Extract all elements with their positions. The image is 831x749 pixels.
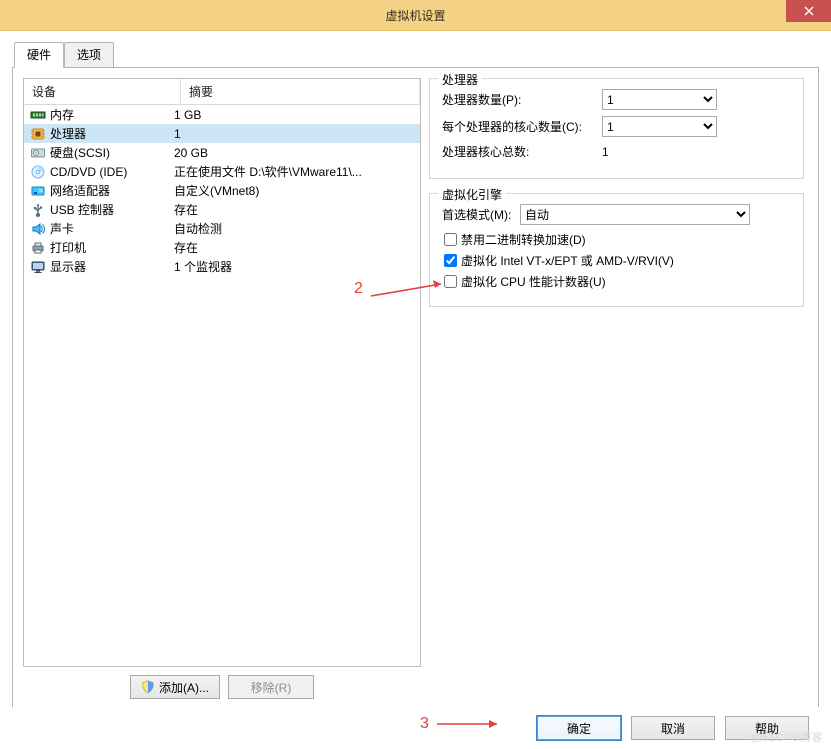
- device-row[interactable]: 内存 1 GB: [24, 105, 420, 124]
- col-device[interactable]: 设备: [24, 79, 181, 104]
- memory-icon: [30, 107, 46, 123]
- printer-icon: [30, 240, 46, 256]
- row-proc-count: 处理器数量(P): 1: [442, 89, 791, 110]
- close-button[interactable]: [786, 0, 831, 22]
- device-summary: 1: [170, 127, 420, 141]
- device-name: 硬盘(SCSI): [50, 144, 110, 161]
- value-total-cores: 1: [602, 145, 609, 159]
- device-summary: 自定义(VMnet8): [170, 182, 420, 199]
- device-row[interactable]: 硬盘(SCSI) 20 GB: [24, 143, 420, 162]
- row-disable-bt: 禁用二进制转换加速(D): [442, 231, 791, 248]
- device-row[interactable]: 处理器 1: [24, 124, 420, 143]
- select-proc-count[interactable]: 1: [602, 89, 717, 110]
- shield-icon: [141, 680, 155, 694]
- row-vt-ept: 虚拟化 Intel VT-x/EPT 或 AMD-V/RVI(V): [442, 252, 791, 269]
- device-cell: 显示器: [24, 258, 170, 275]
- device-summary: 存在: [170, 239, 420, 256]
- row-total-cores: 处理器核心总数: 1: [442, 143, 791, 160]
- device-cell: 处理器: [24, 125, 170, 142]
- label-proc-count: 处理器数量(P):: [442, 91, 602, 108]
- device-list-pane: 设备 摘要 内存 1 GB 处理器 1 硬盘(SCSI) 20 GB CD/DVD (IDE…: [23, 78, 421, 699]
- device-cell: CD/DVD (IDE): [24, 164, 170, 180]
- device-name: 声卡: [50, 220, 74, 237]
- device-summary: 正在使用文件 D:\软件\VMware11\...: [170, 163, 420, 180]
- label-preferred-mode: 首选模式(M):: [442, 206, 520, 223]
- label-total-cores: 处理器核心总数:: [442, 143, 602, 160]
- label-disable-bt: 禁用二进制转换加速(D): [461, 231, 586, 248]
- vm-settings-window: 虚拟机设置 硬件 选项 设备 摘要 内存1 GB处理器1硬盘(SCS: [0, 0, 831, 749]
- checkbox-disable-bt[interactable]: [444, 233, 457, 246]
- sound-icon: [30, 221, 46, 237]
- device-name: CD/DVD (IDE): [50, 165, 127, 179]
- tab-panel-hardware: 设备 摘要 内存 1 GB 处理器 1 硬盘(SCSI) 20 GB CD/DVD (IDE…: [12, 67, 819, 710]
- group-virtualization: 虚拟化引擎 首选模式(M): 自动 禁用二进制转换加速(D) 虚拟化 Intel: [429, 193, 804, 307]
- device-row[interactable]: 打印机 存在: [24, 238, 420, 257]
- device-row[interactable]: 显示器 1 个监视器: [24, 257, 420, 276]
- help-button[interactable]: 帮助: [725, 716, 809, 740]
- settings-pane: 处理器 处理器数量(P): 1 每个处理器的核心数量(C): 1: [421, 68, 818, 709]
- remove-button-label: 移除(R): [251, 679, 292, 696]
- tab-hardware[interactable]: 硬件: [14, 42, 64, 68]
- device-name: 网络适配器: [50, 182, 110, 199]
- device-row[interactable]: 声卡 自动检测: [24, 219, 420, 238]
- label-vt-ept: 虚拟化 Intel VT-x/EPT 或 AMD-V/RVI(V): [461, 252, 674, 269]
- device-cell: 打印机: [24, 239, 170, 256]
- group-processor-legend: 处理器: [438, 71, 482, 88]
- device-list-body: 内存 1 GB 处理器 1 硬盘(SCSI) 20 GB CD/DVD (IDE) 正在使用文…: [24, 105, 420, 276]
- device-cell: USB 控制器: [24, 201, 170, 218]
- device-row[interactable]: 网络适配器 自定义(VMnet8): [24, 181, 420, 200]
- device-cell: 网络适配器: [24, 182, 170, 199]
- titlebar: 虚拟机设置: [0, 0, 831, 31]
- device-summary: 20 GB: [170, 146, 420, 160]
- row-cpu-perf: 虚拟化 CPU 性能计数器(U): [442, 273, 791, 290]
- device-summary: 1 个监视器: [170, 258, 420, 275]
- device-cell: 声卡: [24, 220, 170, 237]
- ok-button[interactable]: 确定: [537, 716, 621, 740]
- device-listview[interactable]: 设备 摘要 内存 1 GB 处理器 1 硬盘(SCSI) 20 GB CD/DVD (IDE…: [23, 78, 421, 667]
- window-title: 虚拟机设置: [385, 7, 445, 24]
- device-summary: 自动检测: [170, 220, 420, 237]
- remove-button: 移除(R): [228, 675, 314, 699]
- row-core-count: 每个处理器的核心数量(C): 1: [442, 116, 791, 137]
- device-name: USB 控制器: [50, 201, 114, 218]
- device-buttons: 添加(A)... 移除(R): [23, 675, 421, 699]
- device-name: 内存: [50, 106, 74, 123]
- group-virt-legend: 虚拟化引擎: [438, 186, 506, 203]
- usb-icon: [30, 202, 46, 218]
- col-summary[interactable]: 摘要: [181, 79, 420, 104]
- device-cell: 内存: [24, 106, 170, 123]
- row-preferred-mode: 首选模式(M): 自动: [442, 204, 791, 225]
- device-name: 处理器: [50, 125, 86, 142]
- label-cpu-perf: 虚拟化 CPU 性能计数器(U): [461, 273, 606, 290]
- nic-icon: [30, 183, 46, 199]
- checkbox-cpu-perf[interactable]: [444, 275, 457, 288]
- dialog-footer: 确定 取消 帮助: [0, 707, 831, 749]
- add-button[interactable]: 添加(A)...: [130, 675, 220, 699]
- checkbox-vt-ept[interactable]: [444, 254, 457, 267]
- device-row[interactable]: USB 控制器 存在: [24, 200, 420, 219]
- select-core-count[interactable]: 1: [602, 116, 717, 137]
- label-core-count: 每个处理器的核心数量(C):: [442, 118, 602, 135]
- device-name: 显示器: [50, 258, 86, 275]
- device-list-header: 设备 摘要: [24, 79, 420, 105]
- device-summary: 存在: [170, 201, 420, 218]
- display-icon: [30, 259, 46, 275]
- group-processor: 处理器 处理器数量(P): 1 每个处理器的核心数量(C): 1: [429, 78, 804, 179]
- hdd-icon: [30, 145, 46, 161]
- select-preferred-mode[interactable]: 自动: [520, 204, 750, 225]
- client-area: 硬件 选项 设备 摘要 内存 1 GB 处理器 1 硬盘(SCSI) 20 GB CD/DV…: [0, 31, 831, 708]
- cpu-icon: [30, 126, 46, 142]
- tab-options[interactable]: 选项: [64, 42, 114, 68]
- device-summary: 1 GB: [170, 108, 420, 122]
- device-row[interactable]: CD/DVD (IDE) 正在使用文件 D:\软件\VMware11\...: [24, 162, 420, 181]
- cd-icon: [30, 164, 46, 180]
- tabstrip: 硬件 选项: [14, 41, 819, 67]
- cancel-button[interactable]: 取消: [631, 716, 715, 740]
- add-button-label: 添加(A)...: [159, 679, 209, 696]
- device-name: 打印机: [50, 239, 86, 256]
- close-icon: [804, 6, 814, 16]
- device-cell: 硬盘(SCSI): [24, 144, 170, 161]
